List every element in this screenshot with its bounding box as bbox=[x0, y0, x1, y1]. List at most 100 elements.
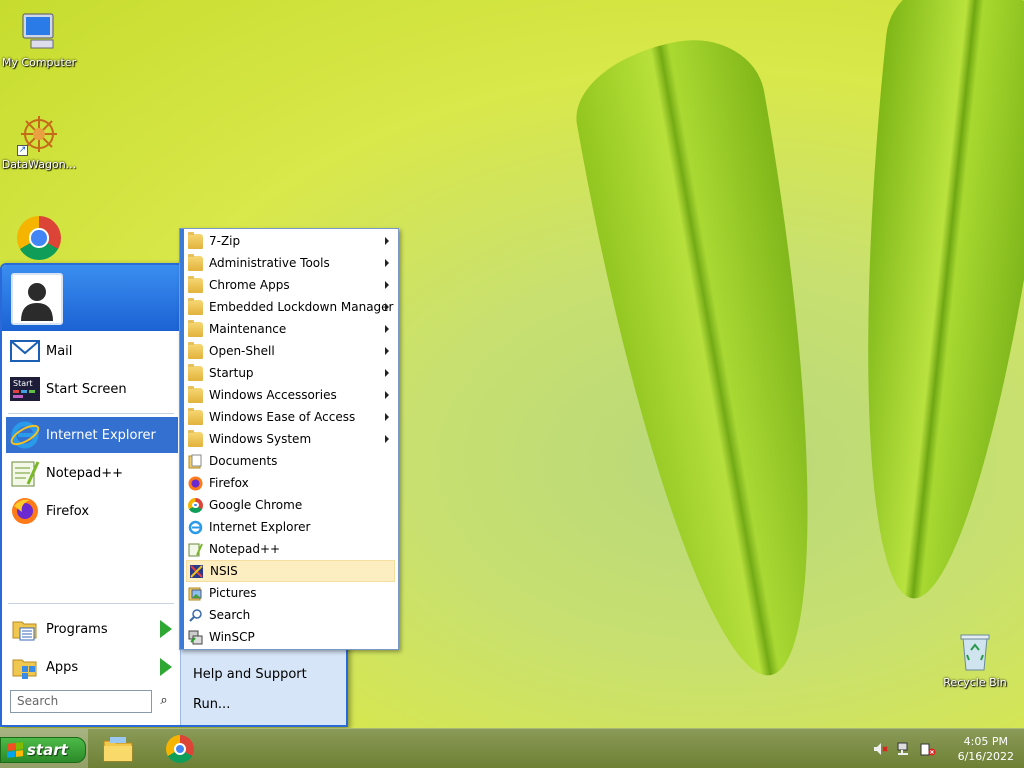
file-explorer-icon bbox=[103, 737, 133, 762]
recent-firefox[interactable]: Firefox bbox=[6, 493, 178, 529]
submenu-item-documents[interactable]: Documents bbox=[186, 450, 395, 472]
clock[interactable]: 4:05 PM 6/16/2022 bbox=[958, 734, 1014, 764]
desktop-icon-label: DataWagon... bbox=[1, 158, 77, 171]
network-icon[interactable] bbox=[896, 741, 912, 757]
notepadpp-icon bbox=[188, 542, 203, 557]
separator bbox=[8, 413, 174, 414]
taskbar-chrome[interactable] bbox=[166, 735, 194, 763]
submenu-item-notepadpp[interactable]: Notepad++ bbox=[186, 538, 395, 560]
user-avatar[interactable] bbox=[11, 273, 63, 325]
apps-menu-item[interactable]: Apps bbox=[6, 649, 178, 685]
run-link[interactable]: Run... bbox=[193, 697, 230, 712]
submenu-item-nsis[interactable]: NSIS bbox=[186, 560, 395, 582]
chevron-right-icon bbox=[385, 369, 389, 377]
chevron-right-icon bbox=[385, 281, 389, 289]
folder-icon bbox=[188, 319, 203, 337]
desktop-icon-recycle-bin[interactable]: Recycle Bin bbox=[936, 630, 1014, 689]
desktop-icon-datawagon[interactable]: ↗ DataWagon... bbox=[0, 112, 78, 171]
wallpaper-leaf bbox=[565, 28, 865, 692]
chevron-right-icon bbox=[385, 325, 389, 333]
desktop-icon-label: My Computer bbox=[1, 56, 77, 69]
menu-item-label: Apps bbox=[46, 659, 79, 675]
submenu-item-label: Internet Explorer bbox=[209, 520, 311, 534]
pinned-start-screen[interactable]: Start Start Screen bbox=[6, 371, 178, 407]
action-center-icon[interactable] bbox=[920, 741, 936, 757]
folder-icon bbox=[188, 253, 203, 271]
folder-icon bbox=[188, 297, 203, 315]
chevron-right-icon bbox=[385, 435, 389, 443]
folder-icon bbox=[188, 407, 203, 425]
datawagon-icon: ↗ bbox=[17, 112, 61, 156]
submenu-item-windows-accessories[interactable]: Windows Accessories bbox=[186, 384, 395, 406]
submenu-item-firefox[interactable]: Firefox bbox=[186, 472, 395, 494]
chevron-right-icon bbox=[385, 259, 389, 267]
desktop-icon-chrome[interactable] bbox=[0, 216, 78, 262]
documents-icon bbox=[188, 454, 203, 469]
internet-explorer-icon bbox=[188, 520, 203, 535]
submenu-item-label: Windows System bbox=[209, 432, 312, 446]
separator bbox=[8, 603, 174, 604]
folder-icon bbox=[188, 363, 203, 381]
chevron-right-icon bbox=[385, 347, 389, 355]
recent-notepadpp[interactable]: Notepad++ bbox=[6, 455, 178, 491]
winscp-icon bbox=[188, 630, 203, 645]
pictures-icon bbox=[188, 586, 203, 601]
submenu-item-pictures[interactable]: Pictures bbox=[186, 582, 395, 604]
submenu-item-label: Administrative Tools bbox=[209, 256, 330, 270]
computer-icon bbox=[17, 10, 61, 54]
submenu-item-label: NSIS bbox=[210, 564, 238, 578]
submenu-item-maintenance[interactable]: Maintenance bbox=[186, 318, 395, 340]
submenu-item-search[interactable]: Search bbox=[186, 604, 395, 626]
submenu-item-label: Chrome Apps bbox=[209, 278, 290, 292]
chevron-right-icon bbox=[385, 391, 389, 399]
menu-item-label: Start Screen bbox=[46, 381, 127, 397]
speaker-muted-icon[interactable] bbox=[872, 741, 888, 757]
start-search-input[interactable]: Search bbox=[10, 690, 152, 713]
submenu-item-label: Embedded Lockdown Manager bbox=[209, 300, 394, 314]
chrome-icon bbox=[188, 497, 203, 513]
submenu-item-label: Documents bbox=[209, 454, 278, 468]
taskbar-file-explorer[interactable] bbox=[102, 733, 134, 765]
menu-item-label: Mail bbox=[46, 343, 73, 359]
start-button[interactable]: start bbox=[0, 737, 86, 763]
programs-menu-item[interactable]: Programs bbox=[6, 611, 178, 647]
desktop-icon-label: Recycle Bin bbox=[943, 676, 1007, 689]
chrome-icon bbox=[17, 216, 61, 260]
submenu-item-7zip[interactable]: 7-Zip bbox=[186, 230, 395, 252]
programs-submenu: 7-Zip Administrative Tools Chrome Apps E… bbox=[179, 228, 399, 650]
submenu-item-label: Notepad++ bbox=[209, 542, 281, 556]
submenu-item-chrome-apps[interactable]: Chrome Apps bbox=[186, 274, 395, 296]
submenu-item-label: Pictures bbox=[209, 586, 257, 600]
pinned-mail[interactable]: Mail bbox=[6, 333, 178, 369]
submenu-item-internet-explorer[interactable]: Internet Explorer bbox=[186, 516, 395, 538]
desktop-icon-my-computer[interactable]: My Computer bbox=[0, 10, 78, 69]
submenu-item-google-chrome[interactable]: Google Chrome bbox=[186, 494, 395, 516]
menu-item-label: Internet Explorer bbox=[46, 427, 156, 443]
folder-icon bbox=[188, 231, 203, 249]
submenu-item-windows-ease-of-access[interactable]: Windows Ease of Access bbox=[186, 406, 395, 428]
submenu-item-windows-system[interactable]: Windows System bbox=[186, 428, 395, 450]
submenu-item-administrative-tools[interactable]: Administrative Tools bbox=[186, 252, 395, 274]
submenu-item-embedded-lockdown-manager[interactable]: Embedded Lockdown Manager bbox=[186, 296, 395, 318]
search-placeholder: Search bbox=[17, 694, 59, 708]
submenu-item-label: Google Chrome bbox=[209, 498, 303, 512]
chevron-right-icon bbox=[385, 413, 389, 421]
search-icon bbox=[188, 608, 203, 623]
submenu-item-winscp[interactable]: WinSCP bbox=[186, 626, 395, 648]
programs-icon bbox=[10, 614, 40, 644]
taskbar: start 4:05 PM 6/16/2022 bbox=[0, 728, 1024, 768]
notepadpp-icon bbox=[10, 458, 40, 488]
search-icon[interactable]: ⌕ bbox=[154, 690, 174, 713]
submenu-arrow-icon bbox=[160, 658, 172, 676]
start-menu-left-pane: Mail Start Start Screen Internet Explore… bbox=[2, 331, 180, 725]
recent-internet-explorer[interactable]: Internet Explorer bbox=[6, 417, 178, 453]
submenu-item-label: 7-Zip bbox=[209, 234, 241, 248]
clock-date: 6/16/2022 bbox=[957, 750, 1014, 763]
folder-icon bbox=[188, 275, 203, 293]
help-and-support-link[interactable]: Help and Support bbox=[193, 667, 307, 682]
start-button-label: start bbox=[27, 741, 68, 759]
menu-item-label: Firefox bbox=[46, 503, 90, 519]
submenu-item-open-shell[interactable]: Open-Shell bbox=[186, 340, 395, 362]
firefox-icon bbox=[10, 496, 40, 526]
submenu-item-startup[interactable]: Startup bbox=[186, 362, 395, 384]
